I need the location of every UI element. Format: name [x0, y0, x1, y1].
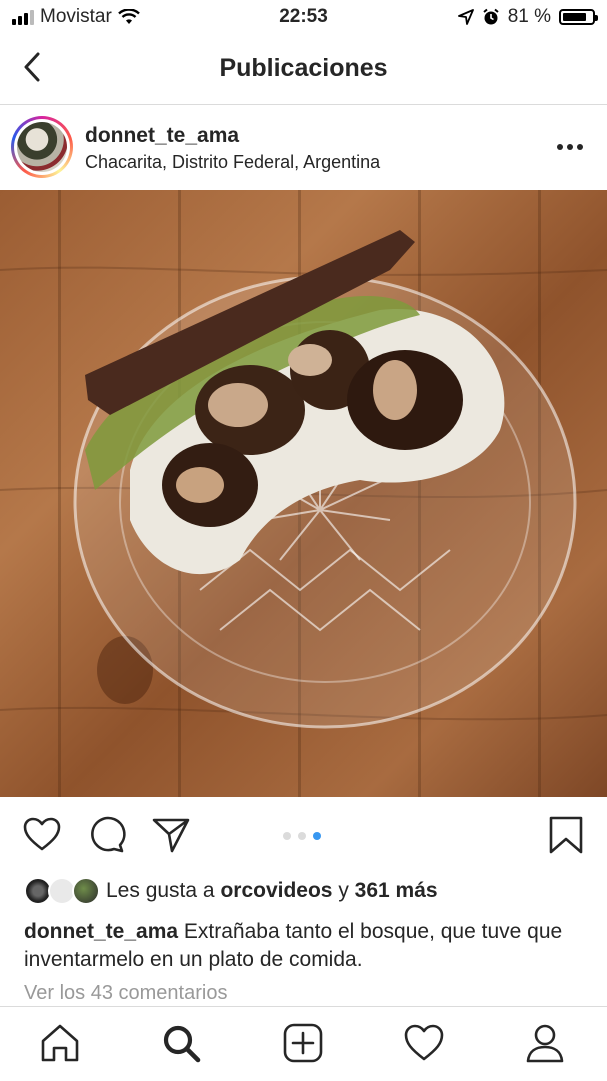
likes-row[interactable]: Les gusta a orcovideos y 361 más	[24, 876, 438, 906]
post-photo[interactable]	[0, 190, 607, 797]
likes-joiner: y	[338, 879, 349, 902]
ellipsis-icon[interactable]	[557, 144, 583, 150]
post-username[interactable]: donnet_te_ama	[85, 124, 239, 148]
likes-prefix: Les gusta a	[106, 879, 215, 902]
comment-icon[interactable]	[87, 815, 127, 855]
bookmark-icon[interactable]	[546, 815, 586, 855]
carousel-dot	[283, 832, 291, 840]
status-right: 81 %	[457, 6, 598, 28]
location-arrow-icon	[457, 9, 474, 25]
heart-icon[interactable]	[22, 815, 62, 855]
post-location[interactable]: Chacarita, Distrito Federal, Argentina	[85, 152, 380, 173]
bottom-tab-bar	[0, 1006, 607, 1081]
avatar[interactable]	[14, 119, 70, 175]
status-bar: Movistar 22:53 81 %	[0, 0, 607, 34]
profile-icon[interactable]	[523, 1021, 567, 1065]
liker-avatar	[72, 877, 100, 905]
alarm-icon	[483, 8, 499, 25]
avatar-story-ring[interactable]	[11, 116, 73, 178]
search-icon[interactable]	[159, 1021, 203, 1065]
carousel-dot	[313, 832, 321, 840]
carousel-dot	[298, 832, 306, 840]
activity-heart-icon[interactable]	[402, 1021, 446, 1065]
share-icon[interactable]	[151, 815, 191, 855]
home-icon[interactable]	[38, 1021, 82, 1065]
food-photo-illustration	[0, 230, 607, 729]
page-title: Publicaciones	[219, 54, 388, 82]
liker-avatars	[24, 877, 100, 905]
carousel-indicator	[283, 832, 321, 840]
likes-text: Les gusta a orcovideos y 361 más	[106, 879, 438, 903]
view-comments-link[interactable]: Ver los 43 comentarios	[24, 982, 227, 1005]
battery-fill	[563, 13, 586, 21]
battery-percent: 81 %	[507, 6, 551, 27]
caption-username[interactable]: donnet_te_ama	[24, 920, 178, 943]
post-caption: donnet_te_ama Extrañaba tanto el bosque,…	[24, 918, 584, 974]
liker-username[interactable]: orcovideos	[220, 879, 332, 902]
add-post-icon[interactable]	[281, 1021, 325, 1065]
navigation-header: Publicaciones	[0, 34, 607, 105]
battery-icon	[559, 9, 598, 25]
post-header: donnet_te_ama Chacarita, Distrito Federa…	[0, 104, 607, 190]
likes-count[interactable]: 361 más	[355, 879, 438, 902]
avatar-image	[17, 122, 67, 172]
